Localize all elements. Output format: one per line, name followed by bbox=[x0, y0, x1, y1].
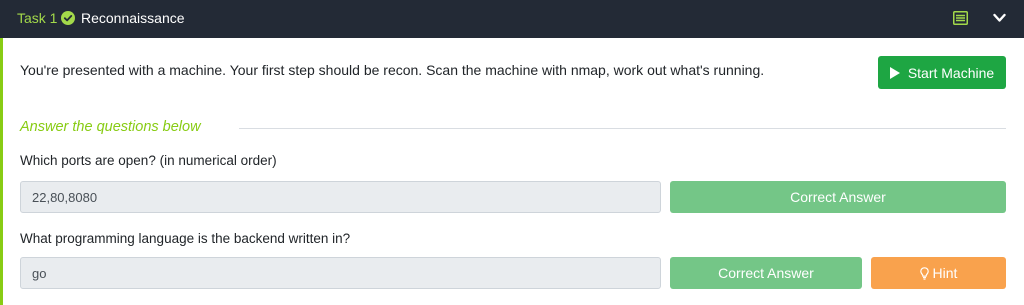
hint-button[interactable]: Hint bbox=[871, 257, 1006, 289]
task-description: You're presented with a machine. Your fi… bbox=[20, 62, 765, 78]
list-icon[interactable] bbox=[953, 11, 968, 25]
lightbulb-icon bbox=[919, 266, 929, 280]
chevron-down-icon[interactable] bbox=[993, 13, 1006, 23]
task-number: Task 1 bbox=[17, 10, 58, 26]
check-circle-icon bbox=[61, 11, 75, 25]
answer-1-field[interactable]: 22,80,8080 bbox=[20, 181, 661, 213]
answers-divider bbox=[239, 128, 1006, 129]
question-2-text: What programming language is the backend… bbox=[20, 231, 351, 246]
hint-label: Hint bbox=[932, 265, 958, 281]
play-icon bbox=[889, 66, 900, 79]
start-machine-button[interactable]: Start Machine bbox=[878, 56, 1006, 89]
answers-heading: Answer the questions below bbox=[20, 119, 201, 135]
question-1-text: Which ports are open? (in numerical orde… bbox=[20, 153, 277, 168]
answer-2-correct-button: Correct Answer bbox=[670, 257, 862, 289]
start-machine-label: Start Machine bbox=[907, 64, 995, 81]
task-header[interactable]: Task 1 Reconnaissance bbox=[0, 0, 1024, 38]
answer-1-correct-button: Correct Answer bbox=[670, 181, 1006, 213]
answer-2-field[interactable]: go bbox=[20, 257, 661, 289]
task-title: Reconnaissance bbox=[81, 10, 185, 26]
